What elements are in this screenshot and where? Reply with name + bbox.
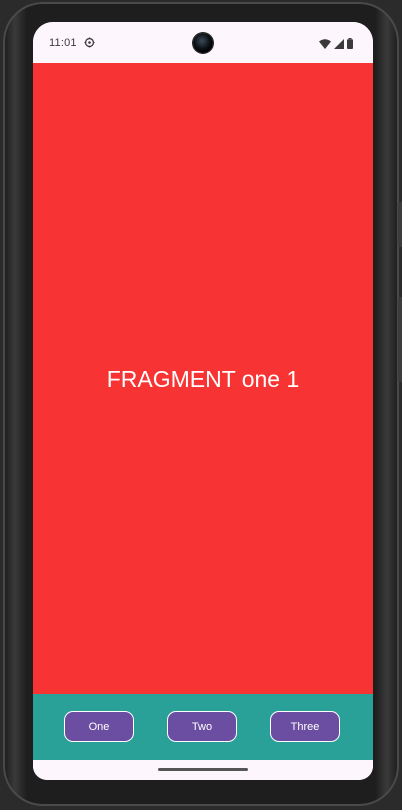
fragment-title: FRAGMENT one 1	[106, 366, 300, 392]
front-camera	[193, 33, 213, 53]
power-button[interactable]	[398, 202, 402, 247]
three-button[interactable]: Three	[270, 711, 340, 742]
wifi-icon	[319, 39, 331, 49]
two-button[interactable]: Two	[167, 711, 237, 742]
gear-icon	[84, 37, 95, 48]
phone-frame: 11:01 FRAGMENT one 1 One Two Three	[3, 2, 402, 806]
gesture-nav-area	[33, 760, 373, 780]
battery-icon	[347, 38, 353, 49]
status-time: 11:01	[49, 37, 77, 49]
phone-screen: 11:01 FRAGMENT one 1 One Two Three	[33, 22, 373, 780]
status-bar: 11:01	[33, 22, 373, 63]
status-icons	[319, 37, 353, 49]
one-button[interactable]: One	[64, 711, 134, 742]
bottom-nav-bar: One Two Three	[33, 694, 373, 760]
home-gesture-handle[interactable]	[158, 768, 248, 771]
signal-icon	[334, 39, 344, 49]
volume-button[interactable]	[398, 297, 402, 382]
fragment-container: FRAGMENT one 1	[33, 63, 373, 694]
